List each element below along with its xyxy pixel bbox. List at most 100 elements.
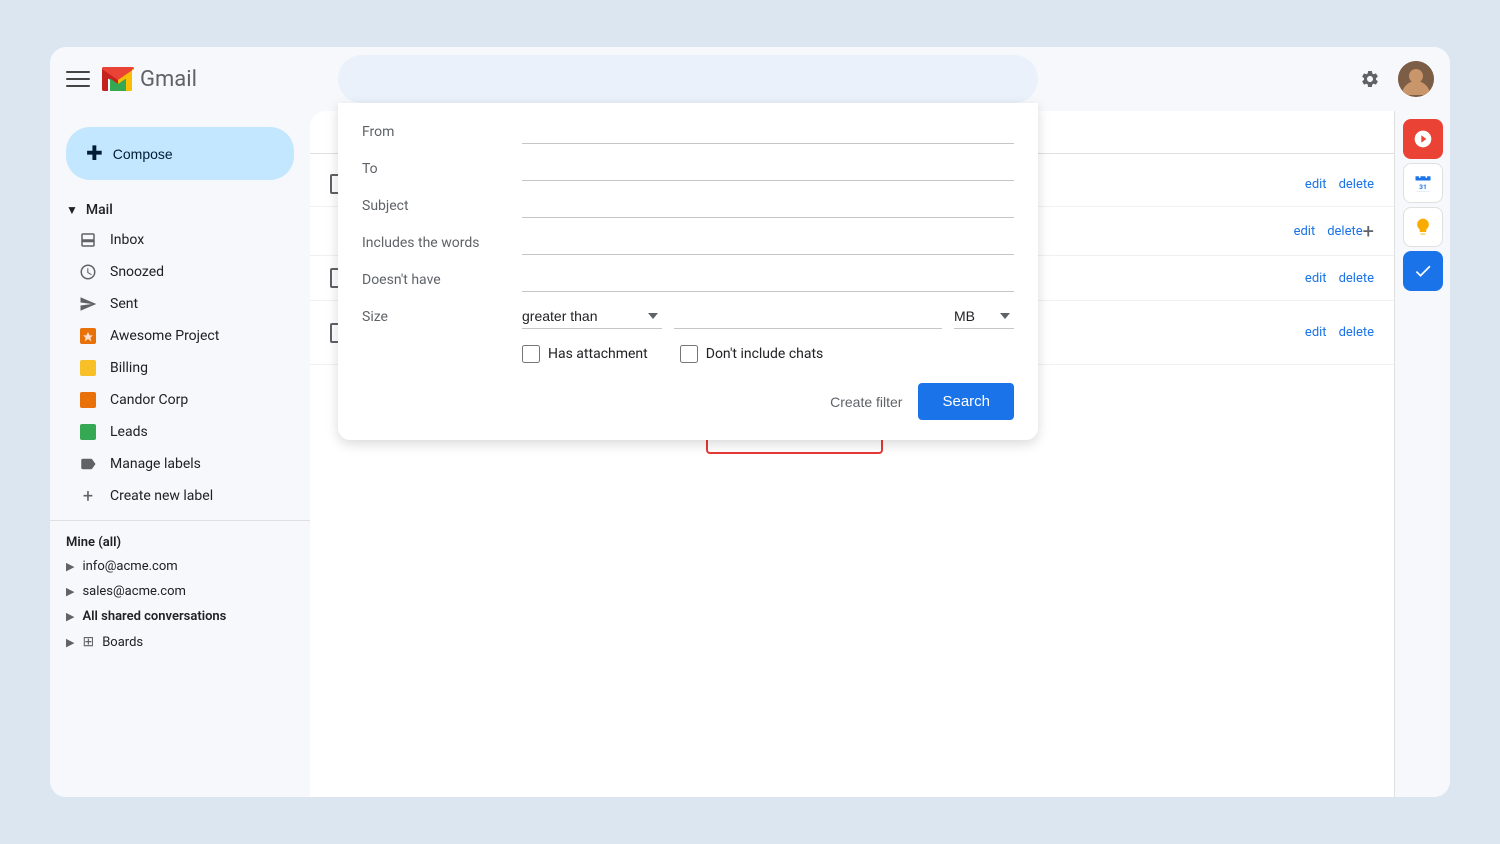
leads-icon	[78, 422, 98, 442]
app-icon-red[interactable]	[1403, 119, 1443, 159]
boards-grid-icon: ⊞	[82, 634, 94, 650]
from-label: From	[362, 124, 522, 140]
doesnt-have-input[interactable]	[522, 267, 1014, 292]
compose-label: Compose	[113, 146, 173, 162]
to-row: To	[362, 156, 1014, 181]
filter-edit-link-3[interactable]: edit	[1305, 271, 1327, 286]
sidebar-item-snoozed[interactable]: Snoozed	[50, 256, 294, 288]
filter-delete-link-2[interactable]: delete	[1327, 224, 1362, 239]
inbox-label: Inbox	[110, 232, 144, 248]
filter-actions-4: edit delete	[1305, 325, 1374, 340]
awesome-project-icon	[78, 326, 98, 346]
mine-item-boards[interactable]: ▶ ⊞ Boards	[66, 629, 294, 655]
has-attachment-label: Has attachment	[548, 346, 648, 362]
info-acme-label: info@acme.com	[82, 559, 177, 574]
sidebar-item-inbox[interactable]: Inbox	[50, 224, 294, 256]
manage-labels-label: Manage labels	[110, 456, 201, 472]
mail-chevron-icon: ▼	[66, 203, 78, 217]
snoozed-icon	[78, 262, 98, 282]
filter-actions-3: edit delete	[1305, 271, 1374, 286]
includes-row: Includes the words	[362, 230, 1014, 255]
app-icon-keep[interactable]	[1403, 207, 1443, 247]
mine-item-sales-acme[interactable]: ▶ sales@acme.com	[66, 579, 294, 604]
add-filter-icon[interactable]: +	[1363, 219, 1374, 243]
sidebar-item-sent[interactable]: Sent	[50, 288, 294, 320]
mine-all-title: Mine (all)	[66, 535, 294, 550]
subject-input[interactable]	[522, 193, 1014, 218]
mine-item-info-acme[interactable]: ▶ info@acme.com	[66, 554, 294, 579]
sales-acme-arrow-icon: ▶	[66, 585, 74, 598]
all-shared-arrow-icon: ▶	[66, 610, 74, 623]
subject-row: Subject	[362, 193, 1014, 218]
create-filter-link-btn[interactable]: Create filter	[830, 394, 902, 410]
size-row: Size greater than less than MB KB GB	[362, 304, 1014, 329]
search-button[interactable]: Search	[918, 383, 1014, 420]
user-avatar[interactable]	[1398, 61, 1434, 97]
sidebar: ✚ Compose ▼ Mail Inbox Snoozed	[50, 111, 310, 797]
size-unit-select[interactable]: MB KB GB	[954, 304, 1014, 329]
size-value-input[interactable]	[674, 304, 942, 329]
mine-all-section: Mine (all) ▶ info@acme.com ▶ sales@acme.…	[50, 529, 310, 661]
size-comparator-select[interactable]: greater than less than	[522, 304, 662, 329]
mail-label: Mail	[86, 202, 113, 218]
svg-text:31: 31	[1419, 183, 1427, 191]
filter-actions: edit delete	[1305, 177, 1374, 192]
create-new-label-label: Create new label	[110, 488, 213, 504]
candor-corp-label: Candor Corp	[110, 392, 188, 408]
app-icon-calendar[interactable]: 31	[1403, 163, 1443, 203]
gmail-logo: Gmail	[100, 61, 197, 97]
to-input[interactable]	[522, 156, 1014, 181]
doesnt-have-label: Doesn't have	[362, 272, 522, 288]
dont-include-chats-label: Don't include chats	[706, 346, 824, 362]
filter-delete-link[interactable]: delete	[1339, 177, 1374, 192]
mail-section-label[interactable]: ▼ Mail	[50, 196, 310, 224]
to-label: To	[362, 161, 522, 177]
sidebar-item-create-new-label[interactable]: + Create new label	[50, 480, 294, 512]
all-shared-label: All shared conversations	[82, 609, 226, 624]
includes-input[interactable]	[522, 230, 1014, 255]
sent-label: Sent	[110, 296, 138, 312]
nav-divider	[50, 520, 310, 521]
sidebar-item-awesome-project[interactable]: Awesome Project	[50, 320, 294, 352]
gmail-label: Gmail	[140, 67, 197, 92]
sidebar-item-leads[interactable]: Leads	[50, 416, 294, 448]
search-form-actions: Create filter Search	[362, 383, 1014, 420]
size-label: Size	[362, 309, 522, 325]
sidebar-item-manage-labels[interactable]: Manage labels	[50, 448, 294, 480]
filter-delete-link-4[interactable]: delete	[1339, 325, 1374, 340]
dont-include-chats-checkbox[interactable]	[680, 345, 698, 363]
manage-labels-icon	[78, 454, 98, 474]
billing-icon	[78, 358, 98, 378]
boards-arrow-icon: ▶	[66, 636, 74, 649]
inbox-icon	[78, 230, 98, 250]
compose-button[interactable]: ✚ Compose	[66, 127, 294, 180]
filter-edit-link[interactable]: edit	[1305, 177, 1327, 192]
filter-edit-link-4[interactable]: edit	[1305, 325, 1327, 340]
filter-edit-link-2[interactable]: edit	[1294, 224, 1316, 239]
menu-icon[interactable]	[66, 67, 90, 91]
header: Gmail From To Subject	[50, 47, 1450, 111]
snoozed-label: Snoozed	[110, 264, 164, 280]
candor-corp-icon	[78, 390, 98, 410]
mine-item-all-shared[interactable]: ▶ All shared conversations	[66, 604, 294, 629]
from-row: From	[362, 119, 1014, 144]
awesome-project-label: Awesome Project	[110, 328, 219, 344]
header-left: Gmail	[66, 61, 326, 97]
includes-label: Includes the words	[362, 235, 522, 251]
sidebar-item-candor-corp[interactable]: Candor Corp	[50, 384, 294, 416]
sales-acme-label: sales@acme.com	[82, 584, 185, 599]
has-attachment-item: Has attachment	[522, 345, 648, 363]
filter-delete-link-3[interactable]: delete	[1339, 271, 1374, 286]
search-bar[interactable]: From To Subject Includes the words	[338, 55, 1038, 103]
sidebar-item-billing[interactable]: Billing	[50, 352, 294, 384]
settings-button[interactable]	[1350, 59, 1390, 99]
create-label-icon: +	[78, 486, 98, 506]
gmail-m-icon	[100, 61, 136, 97]
has-attachment-checkbox[interactable]	[522, 345, 540, 363]
boards-label: Boards	[102, 635, 143, 650]
dont-include-chats-item: Don't include chats	[680, 345, 824, 363]
info-acme-arrow-icon: ▶	[66, 560, 74, 573]
app-icon-tasks[interactable]	[1403, 251, 1443, 291]
from-input[interactable]	[522, 119, 1014, 144]
search-dropdown: From To Subject Includes the words	[338, 103, 1038, 440]
